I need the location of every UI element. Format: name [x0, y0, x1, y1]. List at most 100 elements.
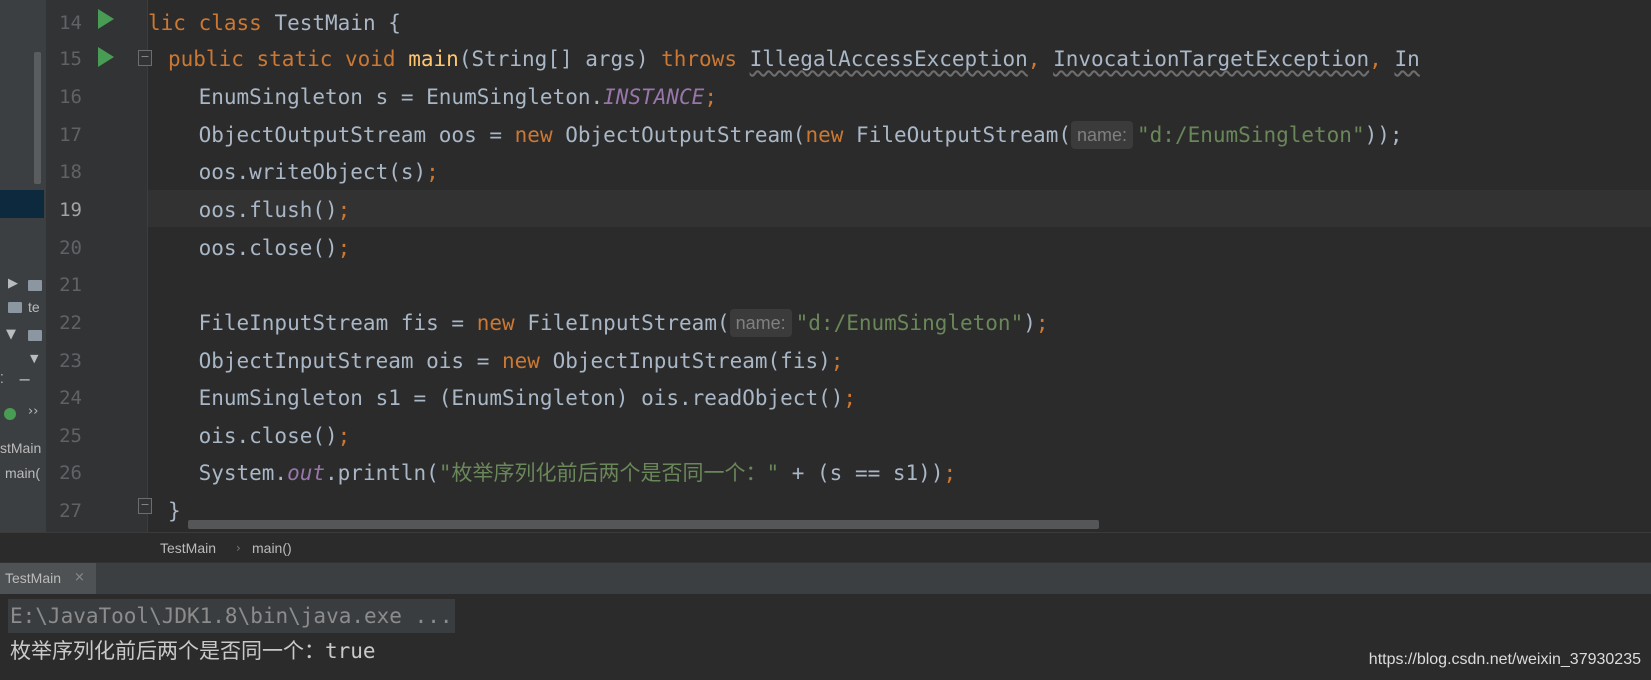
string-literal-token: "d:/EnumSingleton" [795, 311, 1024, 335]
project-scrollbar[interactable] [34, 52, 41, 184]
fold-collapse-icon[interactable]: − [138, 50, 152, 66]
line-number: 22 [59, 312, 82, 334]
semicolon-token: ; [943, 461, 957, 485]
line-number: 24 [59, 387, 82, 409]
semicolon-token: ; [830, 349, 844, 373]
code-line-14[interactable]: lic class TestMain { [148, 4, 401, 42]
code-line-19[interactable]: oos.flush(); [148, 191, 351, 229]
line-number: 20 [59, 237, 82, 259]
code-text: ObjectOutputStream( [552, 123, 806, 147]
code-text: System. [148, 461, 288, 485]
keyword-token: new [476, 311, 515, 335]
current-line-highlight [148, 190, 1651, 227]
parameter-hint: name: [729, 309, 792, 337]
line-number: 25 [59, 425, 82, 447]
static-field-token: INSTANCE [603, 85, 705, 109]
code-text: ois.close() [148, 424, 338, 448]
fold-end-icon[interactable]: − [138, 498, 152, 514]
code-line-23[interactable]: ObjectInputStream ois = new ObjectInputS… [148, 342, 844, 380]
project-panel-strip: ▶ te ▼ ▼ ⁚ − ›› stMain main( [0, 0, 46, 562]
code-line-27[interactable]: } [168, 492, 181, 530]
semicolon-token: ; [1035, 311, 1049, 335]
code-line-20[interactable]: oos.close(); [148, 229, 351, 267]
line-number: 15 [59, 48, 82, 70]
run-tab-label: TestMain [5, 570, 62, 586]
code-text: oos.flush() [148, 198, 338, 222]
code-line-24[interactable]: EnumSingleton s1 = (EnumSingleton) ois.r… [148, 379, 856, 417]
comma-token: , [1027, 47, 1041, 71]
run-main-method-icon[interactable] [98, 47, 114, 67]
structure-method-label[interactable]: main( [5, 465, 44, 481]
line-number: 23 [59, 350, 82, 372]
line-number: 17 [59, 124, 82, 146]
code-text: .println( [325, 461, 439, 485]
code-line-22[interactable]: FileInputStream fis = new FileInputStrea… [148, 304, 1049, 342]
semicolon-token: ; [704, 85, 717, 109]
close-icon[interactable]: × [74, 568, 85, 588]
line-number: 26 [59, 462, 82, 484]
line-number: 16 [59, 86, 82, 108]
line-number: 18 [59, 161, 82, 183]
keyword-token: public static void [168, 47, 396, 71]
comma-token: , [1369, 47, 1382, 71]
run-tab[interactable]: TestMain × [0, 563, 96, 594]
keyword-token: new [514, 123, 553, 147]
keyword-token: new [805, 123, 844, 147]
code-text: EnumSingleton s = EnumSingleton. [148, 85, 604, 109]
semicolon-token: ; [426, 160, 439, 184]
method-name-token: main [408, 47, 459, 71]
project-tree-item-label[interactable]: te [28, 299, 44, 315]
semicolon-token: ; [337, 424, 351, 448]
code-text: FileOutputStream( [843, 123, 1071, 147]
breadcrumb-item-method[interactable]: main() [252, 537, 292, 559]
exception-type-token: InvocationTargetException [1053, 47, 1370, 71]
expand-panel-button[interactable]: ›› [28, 404, 38, 419]
parameter-hint: name: [1070, 121, 1134, 149]
code-text: } [168, 499, 181, 523]
class-structure-icon [4, 408, 16, 420]
watermark-url: https://blog.csdn.net/weixin_37930235 [1368, 651, 1641, 668]
code-line-25[interactable]: ois.close(); [148, 417, 351, 455]
settings-dot-icon[interactable]: ⁚ [0, 372, 4, 386]
code-text: oos.writeObject(s) [148, 160, 427, 184]
tree-expand-arrow-icon[interactable]: ▶ [8, 276, 18, 291]
structure-class-label[interactable]: stMain [0, 440, 44, 456]
string-literal-token: "枚举序列化前后两个是否同一个：" [438, 461, 780, 485]
semicolon-token: ; [337, 198, 351, 222]
code-line-26[interactable]: System.out.println("枚举序列化前后两个是否同一个：" + (… [148, 454, 957, 492]
string-literal-token: "d:/EnumSingleton" [1137, 123, 1365, 147]
breadcrumb-item-class[interactable]: TestMain [160, 537, 216, 559]
code-text: )); [1364, 123, 1403, 147]
exception-type-token: IllegalAccessException [749, 47, 1028, 71]
code-text: TestMain { [261, 11, 401, 35]
dropdown-arrow-icon[interactable]: ▼ [30, 352, 38, 365]
code-text: ObjectOutputStream oos = [148, 123, 515, 147]
run-tool-window-tabs: TestMain × [0, 562, 1651, 594]
code-text: oos.close() [148, 236, 338, 260]
console-command-line[interactable]: E:\JavaTool\JDK1.8\bin\java.exe ... [8, 599, 455, 633]
project-tree-selected-row[interactable] [0, 190, 44, 218]
collapse-all-button[interactable]: − [18, 370, 31, 389]
code-text: (String[] args) [458, 47, 662, 71]
tree-collapse-arrow-icon[interactable]: ▼ [6, 327, 16, 342]
static-field-token: out [287, 461, 326, 485]
code-line-16[interactable]: EnumSingleton s = EnumSingleton.INSTANCE… [148, 78, 717, 116]
line-number: 27 [59, 500, 82, 522]
code-line-17[interactable]: ObjectOutputStream oos = new ObjectOutpu… [148, 116, 1403, 154]
folder-icon [28, 280, 42, 291]
editor-horizontal-scrollbar[interactable] [188, 520, 1099, 529]
code-line-18[interactable]: oos.writeObject(s); [148, 153, 439, 191]
keyword-token: new [502, 349, 540, 373]
line-number: 21 [59, 274, 82, 296]
run-console[interactable]: E:\JavaTool\JDK1.8\bin\java.exe ... 枚举序列… [0, 594, 1651, 680]
code-text: ObjectInputStream ois = [148, 349, 503, 373]
keyword-token: throws [661, 47, 737, 71]
code-text: FileInputStream fis = [148, 311, 477, 335]
code-line-15[interactable]: public static void main(String[] args) t… [168, 40, 1420, 78]
folder-icon [8, 302, 22, 313]
code-text: ) [1023, 311, 1036, 335]
run-class-icon[interactable] [98, 9, 114, 29]
